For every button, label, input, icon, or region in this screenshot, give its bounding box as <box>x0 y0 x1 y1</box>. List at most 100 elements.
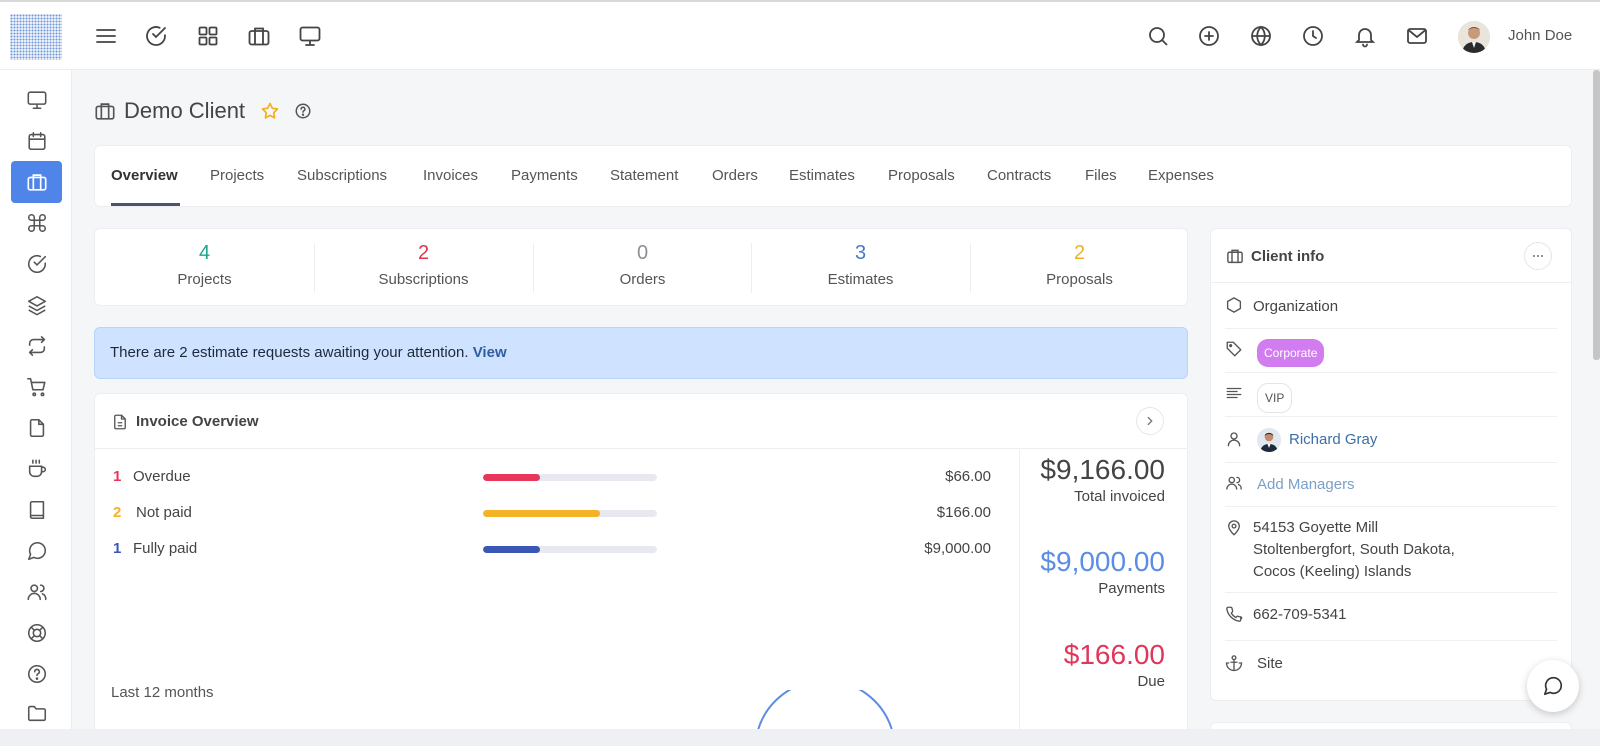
open-invoices-button[interactable] <box>1136 407 1164 435</box>
user-name[interactable]: John Doe <box>1508 27 1572 44</box>
folder-icon <box>26 702 48 724</box>
logo[interactable] <box>10 14 62 60</box>
tab-files[interactable]: Files <box>1085 146 1117 206</box>
sidebar-item-knowledge-base[interactable] <box>11 489 62 531</box>
sidebar-item-subscriptions[interactable] <box>11 325 62 367</box>
tab-invoices[interactable]: Invoices <box>423 146 478 206</box>
bell-icon[interactable] <box>1353 24 1377 48</box>
estimate-requests-alert: There are 2 estimate requests awaiting y… <box>94 327 1188 379</box>
stat-projects[interactable]: 4 Projects <box>95 229 314 307</box>
tab-orders[interactable]: Orders <box>712 146 758 206</box>
address-line-1: 54153 Goyette Mill <box>1253 519 1379 536</box>
briefcase-icon <box>94 100 116 122</box>
invoice-status-label: Fully paid <box>133 540 198 557</box>
scrollbar[interactable] <box>1593 70 1600 360</box>
sidebar-item-team[interactable] <box>11 571 62 613</box>
stats-summary: 4 Projects 2 Subscriptions 0 Orders 3 Es… <box>94 228 1188 306</box>
tab-overview[interactable]: Overview <box>111 146 178 206</box>
monitor-icon <box>26 89 48 111</box>
invoice-status-row[interactable]: 1 Overdue $66.00 <box>111 466 991 488</box>
search-icon[interactable] <box>1146 24 1170 48</box>
tab-projects[interactable]: Projects <box>210 146 264 206</box>
stat-orders[interactable]: 0 Orders <box>533 229 752 307</box>
invoice-chart-arc <box>757 690 893 730</box>
sidebar-item-help[interactable] <box>11 653 62 695</box>
address-line-3: Cocos (Keeling) Islands <box>1253 563 1412 580</box>
sidebar-item-dashboard[interactable] <box>11 79 62 121</box>
top-bar: John Doe <box>0 0 1600 70</box>
sidebar-item-leads[interactable] <box>11 284 62 326</box>
users-icon <box>26 581 48 603</box>
invoice-status-count: 1 <box>113 540 122 557</box>
tab-contracts[interactable]: Contracts <box>987 146 1051 206</box>
tab-statement[interactable]: Statement <box>610 146 678 206</box>
anchor-icon <box>1225 654 1245 674</box>
bottom-strip <box>0 729 1600 746</box>
map-pin-icon <box>1225 519 1245 539</box>
tab-subscriptions[interactable]: Subscriptions <box>297 146 387 206</box>
sidebar-item-events[interactable] <box>11 120 62 162</box>
alert-view-link[interactable]: View <box>473 344 507 361</box>
tab-proposals[interactable]: Proposals <box>888 146 955 206</box>
total-payments-caption: Payments <box>1098 580 1165 597</box>
total-invoiced: $9,166.00 Total invoiced <box>1040 454 1165 505</box>
client-info-options-button[interactable] <box>1524 242 1552 270</box>
avatar[interactable] <box>1458 21 1490 53</box>
align-left-icon <box>1225 384 1245 404</box>
total-payments-value: $9,000.00 <box>1040 546 1165 577</box>
client-managers-row: Add Managers <box>1225 463 1557 507</box>
tab-payments[interactable]: Payments <box>511 146 578 206</box>
layers-icon <box>26 294 48 316</box>
menu-icon[interactable] <box>94 24 118 48</box>
client-info-title: Client info <box>1251 248 1325 265</box>
sidebar-item-clients[interactable] <box>11 161 62 203</box>
lifebuoy-icon <box>26 622 48 644</box>
sidebar-item-tickets[interactable] <box>11 612 62 654</box>
add-managers-link[interactable]: Add Managers <box>1257 474 1355 496</box>
sidebar-item-notes[interactable] <box>11 448 62 490</box>
sidebar-item-sales[interactable] <box>11 366 62 408</box>
stat-label: Estimates <box>827 271 894 288</box>
sidebar-item-messages[interactable] <box>11 530 62 572</box>
clock-icon[interactable] <box>1301 24 1325 48</box>
globe-icon[interactable] <box>1249 24 1273 48</box>
invoice-status-count: 2 <box>113 504 122 521</box>
tab-estimates[interactable]: Estimates <box>789 146 855 206</box>
check-circle-icon[interactable] <box>144 24 168 48</box>
label-badge-corporate[interactable]: Corporate <box>1257 339 1325 367</box>
users-icon <box>1225 474 1245 494</box>
client-site[interactable]: Site <box>1257 653 1283 675</box>
help-circle-icon[interactable] <box>294 102 312 120</box>
client-type-row: Organization <box>1225 285 1557 329</box>
stat-label: Subscriptions <box>378 271 469 288</box>
stat-estimates[interactable]: 3 Estimates <box>751 229 970 307</box>
client-labels-row-2: VIP <box>1225 373 1557 417</box>
sidebar-item-projects[interactable] <box>11 202 62 244</box>
page-title: Demo Client <box>94 98 312 124</box>
star-icon[interactable] <box>260 101 280 121</box>
sidebar-item-tasks[interactable] <box>11 243 62 285</box>
stat-subscriptions[interactable]: 2 Subscriptions <box>314 229 533 307</box>
contact-avatar[interactable] <box>1257 428 1281 452</box>
chat-button[interactable] <box>1527 660 1579 712</box>
label-badge-vip[interactable]: VIP <box>1257 383 1293 413</box>
invoice-overview-title: Invoice Overview <box>136 413 259 430</box>
contact-name-link[interactable]: Richard Gray <box>1289 431 1377 448</box>
briefcase-icon[interactable] <box>247 24 271 48</box>
plus-circle-icon[interactable] <box>1197 24 1221 48</box>
client-site-row: Site <box>1225 641 1557 689</box>
stat-proposals[interactable]: 2 Proposals <box>970 229 1189 307</box>
book-icon <box>26 499 48 521</box>
sidebar-item-files[interactable] <box>11 694 62 724</box>
grid-icon[interactable] <box>196 24 220 48</box>
invoice-status-row[interactable]: 2 Not paid $166.00 <box>111 502 991 524</box>
invoice-status-progress <box>483 474 657 481</box>
sidebar-item-prospects[interactable] <box>11 407 62 449</box>
mail-icon[interactable] <box>1405 24 1429 48</box>
monitor-icon[interactable] <box>298 24 322 48</box>
tab-expenses[interactable]: Expenses <box>1148 146 1214 206</box>
client-phone[interactable]: 662-709-5341 <box>1253 604 1346 626</box>
invoice-overview-card: Invoice Overview 1 Overdue $66.00 2 Not … <box>94 393 1188 746</box>
total-payments: $9,000.00 Payments <box>1040 546 1165 597</box>
invoice-status-row[interactable]: 1 Fully paid $9,000.00 <box>111 538 991 560</box>
